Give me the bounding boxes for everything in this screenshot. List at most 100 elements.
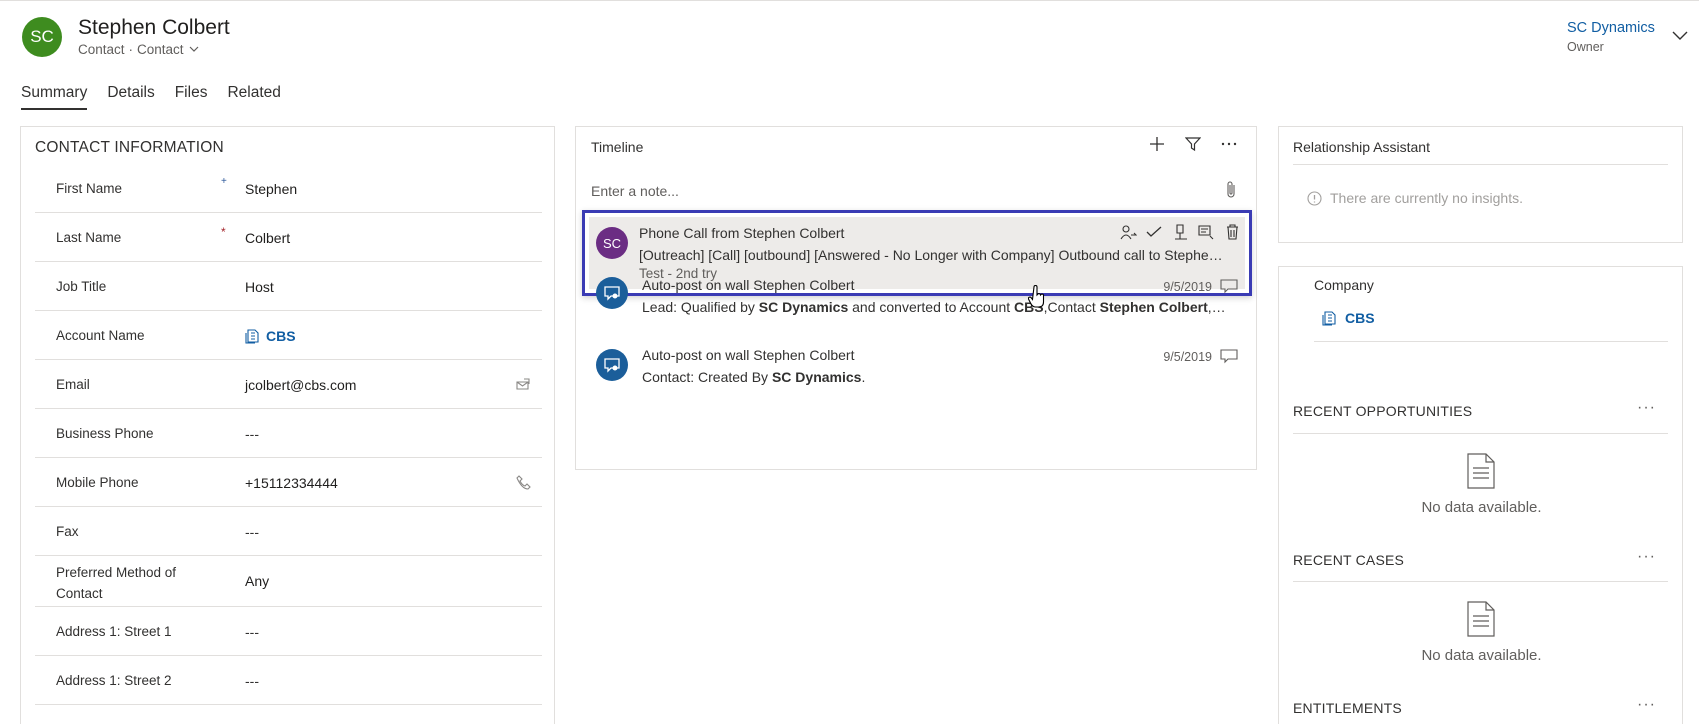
item-description: Lead: Qualified by SC Dynamics and conve… [642, 299, 1232, 315]
item-date: 9/5/2019 [1163, 280, 1212, 294]
field-account-name[interactable]: Account Name CBS [35, 311, 542, 360]
hand-cursor-icon [1028, 285, 1045, 308]
timeline-item-auto-post[interactable]: Auto-post on wall Stephen Colbert 9/5/20… [582, 273, 1252, 343]
field-address-street-2[interactable]: Address 1: Street 2 --- [35, 656, 542, 705]
assign-icon[interactable] [1119, 223, 1137, 241]
field-value[interactable]: Any [245, 573, 269, 589]
delete-icon[interactable] [1223, 223, 1241, 241]
timeline-title: Timeline [591, 139, 644, 155]
relationship-assistant-title: Relationship Assistant [1293, 139, 1430, 155]
divider [1293, 433, 1668, 434]
item-description: [Outreach] [Call] [outbound] [Answered -… [639, 247, 1229, 263]
document-icon [1467, 601, 1495, 637]
account-record-icon [1322, 311, 1336, 326]
form-name: Contact [137, 42, 184, 57]
related-records-panel: Company CBS RECENT OPPORTUNITIES ··· No … [1278, 266, 1683, 724]
add-icon[interactable] [1148, 135, 1166, 153]
field-label: Job Title [56, 279, 107, 294]
timeline-panel: Timeline Enter a note... SC Phone Call f… [575, 126, 1257, 470]
record-avatar: SC [22, 17, 62, 57]
field-label: Address 1: Street 1 [56, 624, 172, 639]
field-label: Address 1: Street 2 [56, 673, 172, 688]
timeline-item-auto-post[interactable]: Auto-post on wall Stephen Colbert 9/5/20… [582, 341, 1252, 411]
note-input[interactable]: Enter a note... [591, 183, 679, 199]
recent-cases-more-icon[interactable]: ··· [1637, 548, 1656, 566]
document-icon [1467, 453, 1495, 489]
field-value[interactable]: jcolbert@cbs.com [245, 377, 356, 393]
field-first-name[interactable]: First Name + Stephen [35, 164, 542, 213]
item-description: Contact: Created By SC Dynamics. [642, 369, 866, 385]
top-border [0, 0, 1699, 1]
activity-avatar: SC [596, 227, 628, 259]
attachment-icon[interactable] [1224, 181, 1238, 199]
divider [1293, 581, 1668, 582]
header-expand-chevron-icon[interactable] [1670, 28, 1690, 44]
tab-summary[interactable]: Summary [21, 84, 88, 110]
item-title: Phone Call from Stephen Colbert [639, 225, 845, 241]
comment-icon[interactable] [1220, 278, 1238, 294]
phone-call-icon[interactable] [515, 474, 532, 491]
tab-files[interactable]: Files [175, 84, 208, 110]
form-selector[interactable]: Contact [137, 42, 199, 57]
send-email-icon[interactable] [515, 376, 532, 393]
field-label: First Name [56, 181, 123, 196]
field-value[interactable]: Stephen [245, 181, 297, 197]
relationship-assistant-panel: Relationship Assistant There are current… [1278, 126, 1683, 243]
field-value[interactable]: --- [245, 426, 259, 442]
field-value[interactable]: Host [245, 279, 274, 295]
chevron-down-icon [189, 46, 198, 52]
field-address-street-1[interactable]: Address 1: Street 1 --- [35, 607, 542, 656]
field-label: Mobile Phone [56, 475, 139, 490]
account-link[interactable]: CBS [266, 328, 296, 344]
company-lookup-value[interactable]: CBS [1322, 310, 1375, 326]
required-indicator: * [221, 225, 226, 239]
set-regarding-icon[interactable] [1171, 223, 1189, 241]
record-subtitle: Contact · Contact [78, 42, 199, 57]
item-actions [1119, 223, 1241, 241]
owner-link[interactable]: SC Dynamics [1567, 20, 1655, 36]
post-icon [604, 286, 620, 301]
entitlements-title: ENTITLEMENTS [1293, 700, 1402, 716]
field-value[interactable]: --- [245, 624, 259, 640]
recent-cases-title: RECENT CASES [1293, 552, 1405, 568]
comment-icon[interactable] [1220, 348, 1238, 364]
divider [1314, 341, 1668, 342]
tab-details[interactable]: Details [107, 84, 154, 110]
open-record-icon[interactable] [1197, 223, 1215, 241]
field-mobile-phone[interactable]: Mobile Phone +15112334444 [35, 458, 542, 507]
no-insights-message: There are currently no insights. [1307, 190, 1523, 206]
recent-opportunities-more-icon[interactable]: ··· [1637, 399, 1656, 417]
item-title: Auto-post on wall Stephen Colbert [642, 277, 855, 293]
more-options-icon[interactable] [1220, 135, 1238, 153]
field-job-title[interactable]: Job Title Host [35, 262, 542, 311]
field-preferred-method[interactable]: Preferred Method of Contact Any [35, 556, 542, 607]
item-title: Auto-post on wall Stephen Colbert [642, 347, 855, 363]
field-email[interactable]: Email jcolbert@cbs.com [35, 360, 542, 409]
field-label: Account Name [56, 328, 145, 343]
field-label: Last Name [56, 230, 122, 245]
section-title: CONTACT INFORMATION [35, 139, 224, 156]
filter-icon[interactable] [1184, 135, 1202, 153]
field-fax[interactable]: Fax --- [35, 507, 542, 556]
field-value[interactable]: --- [245, 524, 259, 540]
mark-complete-icon[interactable] [1145, 223, 1163, 241]
field-business-phone[interactable]: Business Phone --- [35, 409, 542, 458]
field-label: Fax [56, 524, 79, 539]
account-record-icon [245, 329, 259, 344]
account-lookup-value[interactable]: CBS [245, 328, 296, 344]
tab-related[interactable]: Related [227, 84, 280, 110]
entitlements-more-icon[interactable]: ··· [1637, 696, 1656, 714]
field-value[interactable]: +15112334444 [245, 475, 338, 491]
business-recommended-indicator: + [221, 176, 227, 187]
company-link[interactable]: CBS [1345, 310, 1375, 326]
info-icon [1307, 190, 1322, 206]
field-list: First Name + Stephen Last Name * Colbert… [35, 164, 542, 705]
field-last-name[interactable]: Last Name * Colbert [35, 213, 542, 262]
field-value[interactable]: --- [245, 673, 259, 689]
field-value[interactable]: Colbert [245, 230, 290, 246]
divider [1293, 164, 1668, 165]
record-title: Stephen Colbert [78, 16, 230, 39]
no-data-message: No data available. [1421, 499, 1542, 516]
timeline-toolbar [1148, 135, 1238, 153]
item-date: 9/5/2019 [1163, 350, 1212, 364]
